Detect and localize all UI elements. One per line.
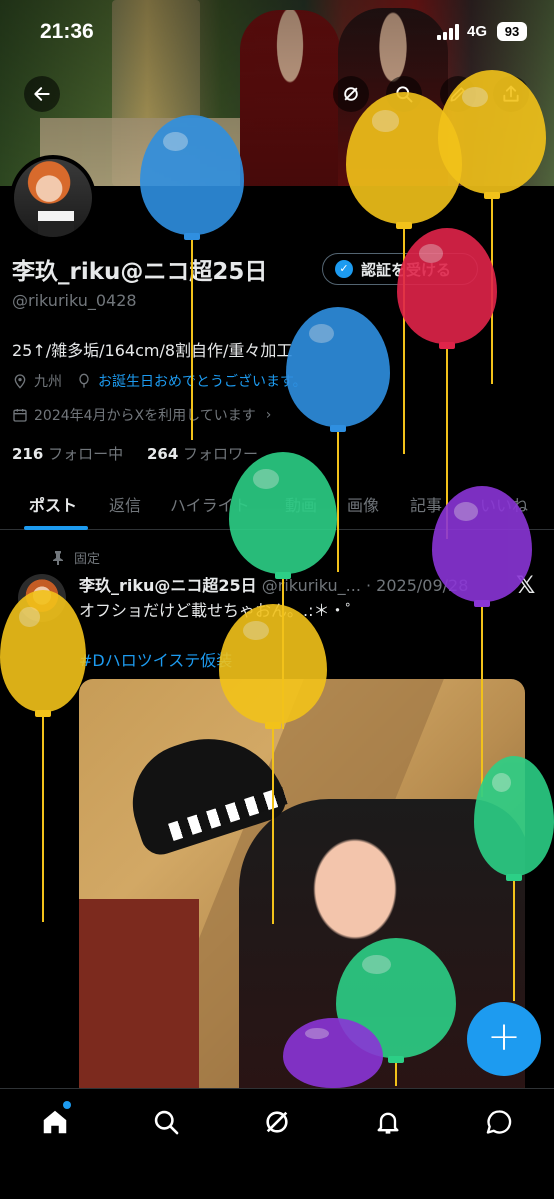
following-count: 216	[12, 445, 44, 463]
follow-counts: 216 フォロー中 264 フォロワー	[12, 443, 258, 464]
joined-row[interactable]: 2024年4月からXを利用しています ›	[12, 405, 271, 425]
tab-replies[interactable]: 返信	[109, 492, 141, 516]
grok-button[interactable]	[333, 76, 369, 112]
profile-bio: 25↑/雑多垢/164cm/8割自作/重々加工	[12, 341, 293, 360]
balloon-knot	[275, 572, 291, 579]
battery-level: 93	[497, 22, 527, 41]
tab-articles[interactable]: 記事	[410, 492, 442, 516]
pinned-label-row: 固定	[52, 548, 100, 567]
balloon-body	[474, 756, 554, 876]
pinned-label: 固定	[74, 552, 101, 567]
profile-avatar[interactable]	[10, 155, 96, 241]
tab-posts[interactable]: ポスト	[29, 492, 77, 516]
balloon-string	[513, 881, 515, 1001]
balloon-string	[272, 729, 274, 924]
home-notification-dot	[63, 1101, 71, 1109]
home-icon	[43, 1110, 67, 1134]
balloon-string	[395, 1063, 397, 1086]
chevron-right-icon: ›	[265, 407, 272, 423]
followers-link[interactable]: 264 フォロワー	[147, 445, 258, 463]
balloon-knot	[388, 1056, 404, 1063]
calendar-icon	[13, 409, 27, 422]
verified-badge-icon: ✓	[335, 260, 353, 278]
balloon-knot	[484, 192, 500, 199]
followers-label: フォロワー	[183, 445, 259, 463]
pin-icon	[53, 550, 63, 565]
balloon-knot	[439, 342, 455, 349]
location-pin-icon	[14, 374, 26, 389]
balloon-icon	[79, 373, 89, 388]
grok-icon	[266, 1111, 288, 1133]
post-text: オフショだけど載せちゃおん。.:＊・゜	[79, 601, 362, 620]
balloon-body	[140, 115, 244, 235]
following-label: フォロー中	[48, 445, 124, 463]
active-tab-indicator	[24, 526, 88, 530]
balloon-knot	[474, 600, 490, 607]
post-author-name[interactable]: 李玖_riku@ニコ超25日	[79, 576, 257, 595]
nav-home[interactable]	[38, 1105, 72, 1139]
balloon-knot	[506, 874, 522, 881]
tab-media[interactable]: 画像	[347, 492, 379, 516]
joined-date: 2024年4月からXを利用しています	[34, 408, 256, 424]
followers-count: 264	[146, 445, 179, 463]
search-icon	[154, 1110, 179, 1135]
balloon-body	[229, 452, 337, 574]
back-arrow-icon	[34, 87, 50, 101]
balloon-knot	[330, 425, 346, 432]
balloon-body	[397, 228, 497, 344]
profile-location: 九州	[34, 374, 62, 390]
photo-door	[79, 899, 199, 1099]
balloon-knot	[265, 722, 281, 729]
display-name: 李玖_riku@ニコ超25日	[12, 259, 268, 285]
post-hashtag[interactable]: #Dハロツイステ仮装	[79, 647, 232, 671]
balloon-body	[438, 70, 546, 194]
balloon-body	[432, 486, 532, 602]
bell-icon	[377, 1112, 399, 1134]
balloon-string	[191, 240, 193, 440]
bottom-navigation	[0, 1088, 554, 1199]
nav-messages[interactable]	[482, 1105, 516, 1139]
compose-post-button[interactable]: +	[467, 1002, 541, 1076]
balloon-body	[286, 307, 390, 427]
grok-icon	[344, 87, 358, 101]
signal-icon	[437, 24, 463, 40]
following-link[interactable]: 216 フォロー中	[12, 445, 123, 463]
balloon-body	[219, 604, 327, 724]
balloon-knot	[35, 710, 51, 717]
chat-icon	[486, 1110, 512, 1134]
network-type: 4G	[467, 23, 488, 40]
nav-search[interactable]	[149, 1105, 183, 1139]
status-time: 21:36	[40, 20, 94, 43]
profile-meta-row: 九州 お誕生日おめでとうございます。	[12, 371, 307, 391]
nav-grok[interactable]	[260, 1105, 294, 1139]
balloon-string	[481, 607, 483, 797]
birthday-message[interactable]: お誕生日おめでとうございます。	[98, 371, 307, 391]
user-handle: @rikuriku_0428	[12, 291, 137, 310]
balloon-string	[337, 432, 339, 572]
balloon-body	[0, 590, 86, 712]
balloon-body	[283, 1018, 383, 1088]
post-author-meta: @rikuriku_... · 2025/09/28	[261, 576, 469, 595]
nav-notifications[interactable]	[371, 1105, 405, 1139]
status-bar: 21:36 4G 93	[0, 0, 554, 66]
balloon-knot	[184, 233, 200, 240]
balloon-knot	[396, 222, 412, 229]
balloon-string	[42, 717, 44, 922]
back-button[interactable]	[24, 76, 60, 112]
